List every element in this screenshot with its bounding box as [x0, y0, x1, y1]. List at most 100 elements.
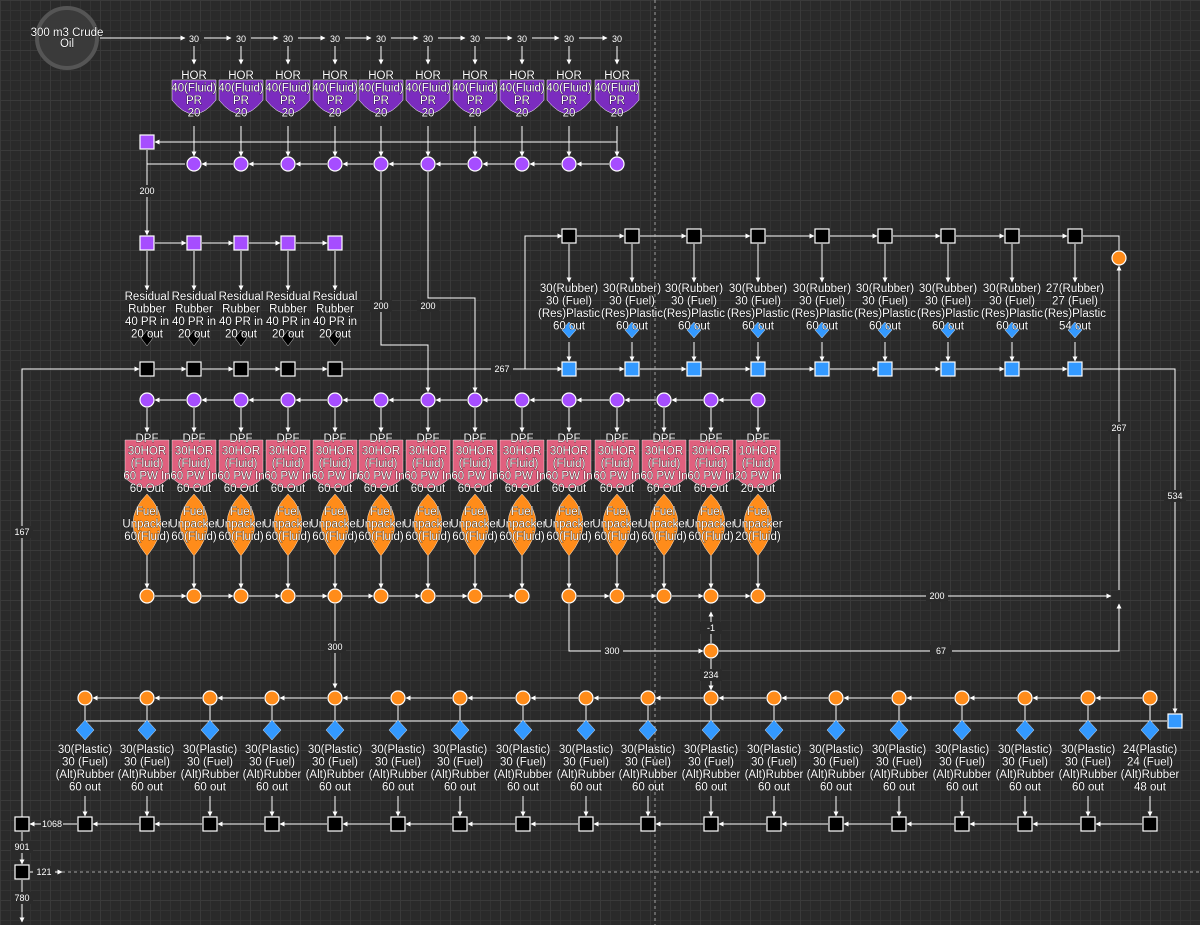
edge-label: 200	[929, 591, 944, 601]
plastic-out-square	[686, 361, 702, 377]
plastic-out-square	[1004, 361, 1020, 377]
alt-fuel-circle	[954, 690, 970, 706]
res-plastic-label: 60 out	[616, 321, 649, 333]
alt-out-square	[77, 816, 93, 832]
alt-out-square	[891, 816, 907, 832]
edge-label: 780	[14, 893, 29, 903]
fuel-unpacker-label: Unpacker	[639, 519, 688, 531]
dpf-input-circle	[233, 392, 249, 408]
fuel-unpacker-label: 60(Fluid)	[688, 531, 734, 543]
alt-rubber-label: 30 (Fuel)	[62, 757, 108, 769]
alt-rubber-label: 30 (Fuel)	[1002, 757, 1048, 769]
alt-out-square	[1080, 816, 1096, 832]
fuel-unpacker-label: Unpacker	[169, 519, 218, 531]
fuel-unpacker-label: Fuel	[464, 506, 486, 518]
hor-pr-label: HOR	[462, 70, 488, 82]
hor-pr-label: 20	[516, 108, 529, 120]
residual-feed-square	[139, 235, 155, 251]
edge-label: 200	[373, 301, 388, 311]
dpf-label: 60 Out	[600, 483, 635, 495]
plastic-out-square	[877, 361, 893, 377]
hor-pr-label: 20	[469, 108, 482, 120]
res-plastic-label: 27 (Fuel)	[1052, 296, 1098, 308]
hor-pr-output	[609, 156, 625, 172]
alt-rubber-node	[764, 719, 784, 741]
alt-rubber-label: (Alt)Rubber	[933, 769, 992, 781]
dpf-input-circle	[656, 392, 672, 408]
alt-out-square	[1017, 816, 1033, 832]
edge-label: 1068	[42, 819, 62, 829]
residual-rubber-label: 40 PR in	[125, 316, 169, 328]
dpf-label: 60 PW In	[217, 471, 264, 483]
alt-rubber-node	[200, 719, 220, 741]
residual-rubber-label: Rubber	[269, 304, 307, 316]
fuel-hub-circle	[703, 643, 719, 659]
res-plastic-label: 60 out	[869, 321, 902, 333]
alt-rubber-label: 30(Plastic)	[621, 744, 675, 756]
dpf-label: 60 PW In	[264, 471, 311, 483]
alt-fuel-circle	[703, 690, 719, 706]
edge-label: 200	[139, 186, 154, 196]
res-plastic-label: 60 out	[932, 321, 965, 333]
res-plastic-label: 30 (Fuel)	[862, 296, 908, 308]
dpf-label: DPF	[653, 433, 676, 445]
residual-rubber-label: Rubber	[175, 304, 213, 316]
rubber-feed-square	[940, 228, 956, 244]
residual-out-square	[186, 361, 202, 377]
residual-rubber-label: Rubber	[128, 304, 166, 316]
hor-pr-label: HOR	[604, 70, 630, 82]
plastic-out-square	[940, 361, 956, 377]
dpf-label: (Fluid)	[601, 458, 634, 470]
res-plastic-label: 54 out	[1059, 321, 1092, 333]
hor-pr-label: 40(Fluid)	[265, 83, 311, 95]
alt-rubber-label: 30 (Fuel)	[187, 757, 233, 769]
dpf-label: 60 Out	[130, 483, 165, 495]
dpf-label: 20 PW In	[734, 471, 781, 483]
residual-rubber-label: Residual	[125, 291, 170, 303]
alt-out-square	[1142, 816, 1158, 832]
fuel-unpacker-label: Fuel	[277, 506, 299, 518]
alt-fuel-circle	[264, 690, 280, 706]
fuel-unpacker-label: Unpacker	[450, 519, 499, 531]
edge-label: 167	[14, 527, 29, 537]
dpf-label: 60 Out	[271, 483, 306, 495]
alt-rubber-node	[1015, 719, 1035, 741]
alt-rubber-label: 30(Plastic)	[308, 744, 362, 756]
alt-rubber-label: (Alt)Rubber	[118, 769, 177, 781]
edge-label: 67	[936, 646, 946, 656]
dpf-label: (Fluid)	[178, 458, 211, 470]
fuel-output-circle	[750, 588, 766, 604]
dpf-label: 30HOR	[222, 446, 260, 458]
dpf-input-circle	[280, 392, 296, 408]
split-value: 30	[564, 34, 574, 44]
dpf-label: (Fluid)	[365, 458, 398, 470]
alt-rubber-label: 60 out	[695, 782, 728, 794]
rubber-feed-square	[1067, 228, 1083, 244]
edge-label: 234	[703, 670, 718, 680]
hor-pr-label: PR	[233, 95, 249, 107]
dpf-label: DPF	[324, 433, 347, 445]
hor-pr-label: HOR	[181, 70, 207, 82]
fuel-unpacker-label: Fuel	[417, 506, 439, 518]
alt-rubber-label: 24(Plastic)	[1123, 744, 1177, 756]
res-plastic-label: 30 (Fuel)	[925, 296, 971, 308]
edge-label: 267	[1111, 423, 1126, 433]
alt-rubber-label: (Alt)Rubber	[870, 769, 929, 781]
dpf-input-circle	[750, 392, 766, 408]
dpf-label: (Fluid)	[695, 458, 728, 470]
alt-rubber-label: 30(Plastic)	[120, 744, 174, 756]
dpf-label: (Fluid)	[272, 458, 305, 470]
dpf-label: 60 PW In	[687, 471, 734, 483]
fuel-unpacker-label: Fuel	[324, 506, 346, 518]
hor-pr-label: 40(Fluid)	[405, 83, 451, 95]
hor-pr-output	[233, 156, 249, 172]
hor-pr-label: PR	[373, 95, 389, 107]
residual-rubber-label: Residual	[172, 291, 217, 303]
dpf-label: 60 PW In	[545, 471, 592, 483]
fuel-output-circle	[467, 588, 483, 604]
alt-rubber-node	[952, 719, 972, 741]
alt-rubber-label: 30 (Fuel)	[312, 757, 358, 769]
alt-fuel-circle	[891, 690, 907, 706]
hor-pr-output	[514, 156, 530, 172]
hor-pr-label: PR	[514, 95, 530, 107]
